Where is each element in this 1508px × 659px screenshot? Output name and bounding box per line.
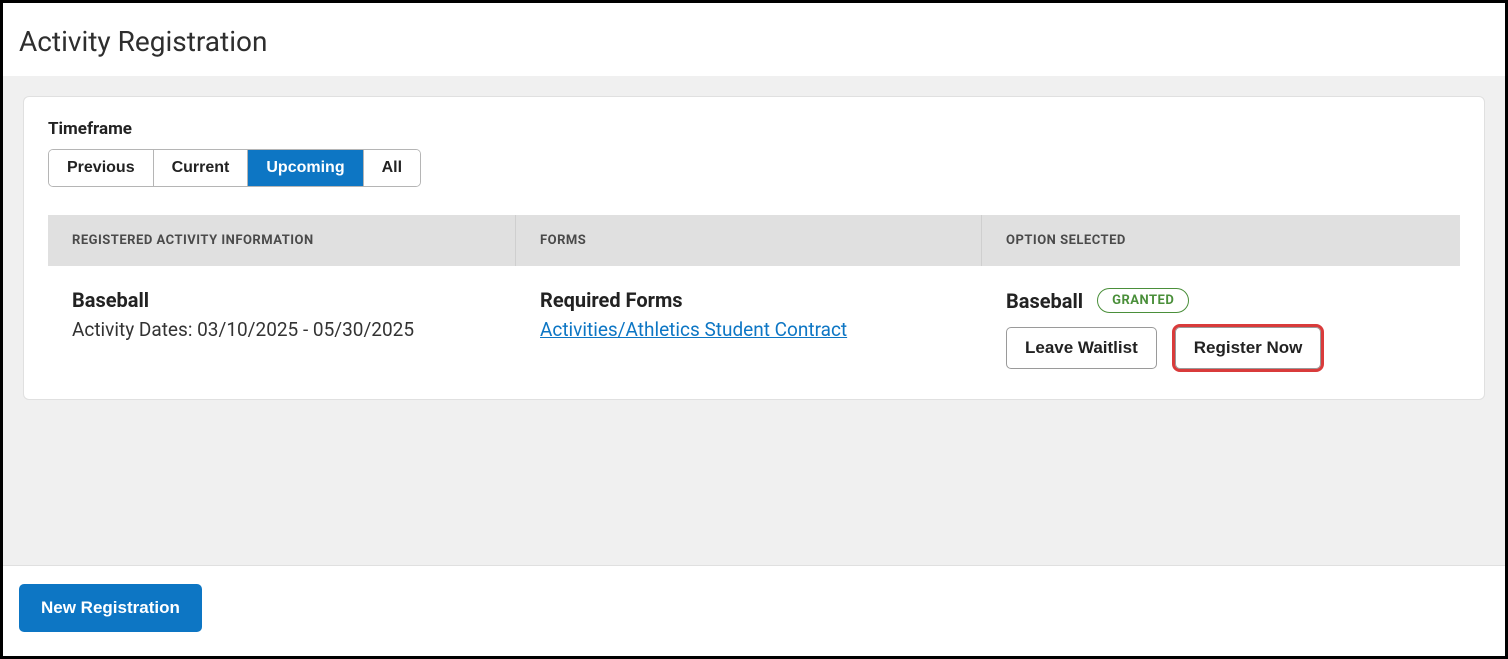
activity-name: Baseball: [72, 288, 492, 312]
content-area: Timeframe Previous Current Upcoming All …: [3, 76, 1505, 565]
activities-table: REGISTERED ACTIVITY INFORMATION FORMS OP…: [48, 215, 1460, 369]
timeframe-previous-button[interactable]: Previous: [49, 150, 154, 186]
forms-title: Required Forms: [540, 288, 958, 312]
new-registration-button[interactable]: New Registration: [19, 584, 202, 632]
page-title: Activity Registration: [3, 3, 1505, 76]
activity-dates: Activity Dates: 03/10/2025 - 05/30/2025: [72, 318, 492, 341]
table-row: Baseball Activity Dates: 03/10/2025 - 05…: [48, 266, 1460, 369]
cell-forms: Required Forms Activities/Athletics Stud…: [516, 288, 982, 369]
timeframe-current-button[interactable]: Current: [154, 150, 249, 186]
option-header: Baseball GRANTED: [1006, 288, 1436, 313]
register-now-button[interactable]: Register Now: [1175, 327, 1322, 369]
action-buttons: Leave Waitlist Register Now: [1006, 327, 1436, 369]
cell-activity-info: Baseball Activity Dates: 03/10/2025 - 05…: [48, 288, 516, 369]
footer-bar: New Registration: [3, 565, 1505, 656]
spacer: [23, 400, 1485, 565]
timeframe-segmented-control: Previous Current Upcoming All: [48, 149, 421, 187]
timeframe-label: Timeframe: [48, 119, 1460, 139]
header-activity-info: REGISTERED ACTIVITY INFORMATION: [48, 215, 516, 266]
form-link[interactable]: Activities/Athletics Student Contract: [540, 318, 847, 341]
status-badge: GRANTED: [1097, 288, 1189, 313]
timeframe-all-button[interactable]: All: [364, 150, 420, 186]
option-name: Baseball: [1006, 289, 1083, 313]
header-forms: FORMS: [516, 215, 982, 266]
table-header-row: REGISTERED ACTIVITY INFORMATION FORMS OP…: [48, 215, 1460, 266]
app-frame: Activity Registration Timeframe Previous…: [0, 0, 1508, 659]
cell-option-selected: Baseball GRANTED Leave Waitlist Register…: [982, 288, 1460, 369]
header-option-selected: OPTION SELECTED: [982, 215, 1460, 266]
timeframe-upcoming-button[interactable]: Upcoming: [248, 150, 363, 186]
leave-waitlist-button[interactable]: Leave Waitlist: [1006, 327, 1157, 369]
registration-card: Timeframe Previous Current Upcoming All …: [23, 96, 1485, 400]
